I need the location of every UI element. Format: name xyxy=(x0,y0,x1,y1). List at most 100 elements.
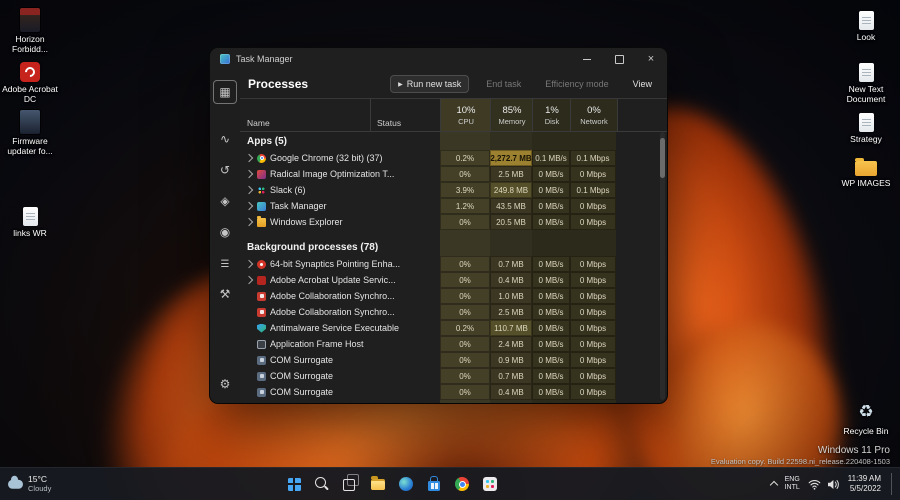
task-view-icon xyxy=(343,474,359,491)
process-row[interactable]: Windows Explorer 0% 20.5 MB 0 MB/s 0 Mbp… xyxy=(240,214,667,230)
process-row[interactable]: Adobe Acrobat Update Servic... 0% 0.4 MB… xyxy=(240,272,667,288)
users-icon xyxy=(220,225,230,239)
desktop-icon[interactable]: WP IMAGES xyxy=(838,150,894,188)
taskbar: 15°C Cloudy ENG INTL 11:39 AM 5/5/2022 xyxy=(0,467,900,500)
desktop-icon[interactable]: Look xyxy=(838,4,894,42)
end-task-button[interactable]: End task xyxy=(479,76,528,92)
maximize-button[interactable] xyxy=(603,48,635,70)
wifi-icon[interactable] xyxy=(808,479,821,490)
sidebar-item-startup-apps[interactable] xyxy=(214,190,236,212)
disk-column-label: Disk xyxy=(544,116,560,126)
clock-time: 11:39 AM xyxy=(847,474,881,484)
sidebar-item-app-history[interactable] xyxy=(214,159,236,181)
table-header: Name Status 10% CPU 85% Memory 1% Disk 0… xyxy=(240,99,667,132)
column-header-name[interactable]: Name xyxy=(247,118,270,128)
desktop-icon[interactable]: Horizon Forbidd... xyxy=(2,6,58,54)
minimize-button[interactable] xyxy=(571,48,603,70)
process-row[interactable]: Radical Image Optimization T... 0% 2.5 M… xyxy=(240,166,667,182)
taskbar-weather-widget[interactable]: 15°C Cloudy xyxy=(8,474,52,493)
column-header-network[interactable]: 0% Network xyxy=(570,99,618,131)
network-cell: 0 Mbps xyxy=(570,384,616,400)
process-name-cell: Adobe Collaboration Synchro... xyxy=(240,288,440,304)
column-header-status[interactable]: Status xyxy=(370,99,441,131)
process-row[interactable]: Slack (6) 3.9% 249.8 MB 0 MB/s 0.1 Mbps xyxy=(240,182,667,198)
taskbar-task-view-button[interactable] xyxy=(339,473,361,495)
app-history-icon xyxy=(220,163,230,177)
process-name: Google Chrome (32 bit) (37) xyxy=(270,153,383,163)
disk-cell: 0 MB/s xyxy=(532,288,570,304)
column-header-memory[interactable]: 85% Memory xyxy=(490,99,533,131)
weather-condition: Cloudy xyxy=(28,483,52,493)
sidebar-item-performance[interactable] xyxy=(214,128,236,150)
desktop-icon[interactable]: New Text Document xyxy=(838,56,894,104)
sidebar-item-details[interactable] xyxy=(214,252,236,274)
process-row[interactable]: 64-bit Synaptics Pointing Enha... 0% 0.7… xyxy=(240,256,667,272)
taskbar-search-button[interactable] xyxy=(311,473,333,495)
clock-date: 5/5/2022 xyxy=(849,484,881,493)
taskbar-file-explorer-button[interactable] xyxy=(367,473,389,495)
doc-icon xyxy=(858,113,874,132)
efficiency-mode-button[interactable]: Efficiency mode xyxy=(538,76,615,92)
volume-icon[interactable] xyxy=(827,479,840,490)
sidebar-item-users[interactable] xyxy=(214,221,236,243)
synaptics-icon xyxy=(257,259,266,269)
network-cell: 0 Mbps xyxy=(570,256,616,272)
taskbar-slack-button[interactable] xyxy=(479,473,501,495)
run-new-task-button[interactable]: Run new task xyxy=(390,75,470,93)
sidebar-item-settings[interactable] xyxy=(214,373,236,395)
show-desktop-button[interactable] xyxy=(891,473,895,495)
com-icon xyxy=(257,355,266,365)
desktop-icon[interactable]: links WR xyxy=(2,200,58,238)
close-button[interactable]: × xyxy=(635,48,667,70)
titlebar[interactable]: Task Manager × xyxy=(210,48,667,70)
process-row[interactable]: COM Surrogate 0% 0.7 MB 0 MB/s 0 Mbps xyxy=(240,368,667,384)
process-row[interactable]: COM Surrogate 0% 0.4 MB 0 MB/s 0 Mbps xyxy=(240,384,667,400)
taskbar-store-button[interactable] xyxy=(423,473,445,495)
process-group-header[interactable]: Apps (5) xyxy=(240,132,667,150)
network-cell: 0 Mbps xyxy=(570,166,616,182)
process-row[interactable]: Application Frame Host 0% 2.4 MB 0 MB/s … xyxy=(240,336,667,352)
taskbar-start-button[interactable] xyxy=(283,473,305,495)
view-button[interactable]: View xyxy=(626,76,659,92)
appframe-icon xyxy=(257,339,266,349)
cpu-cell: 0% xyxy=(440,272,490,288)
network-cell: 0 Mbps xyxy=(570,198,616,214)
file-explorer-icon xyxy=(371,476,385,490)
sidebar-item-services[interactable] xyxy=(214,283,236,305)
evaluation-build-label: Evaluation copy. Build 22598.ni_release.… xyxy=(710,457,890,466)
process-row[interactable]: Google Chrome (32 bit) (37) 0.2% 2,272.7… xyxy=(240,150,667,166)
taskbar-edge-button[interactable] xyxy=(395,473,417,495)
disk-cell: 0.1 MB/s xyxy=(532,150,570,166)
process-group-header[interactable]: Background processes (78) xyxy=(240,238,667,256)
desktop-icon[interactable]: Recycle Bin xyxy=(838,398,894,436)
taskbar-clock[interactable]: 11:39 AM 5/5/2022 xyxy=(848,474,881,493)
process-name-cell: COM Surrogate xyxy=(240,352,440,368)
process-list: Apps (5) Google Chrome (32 bit) (37) 0.2… xyxy=(240,132,667,403)
services-icon xyxy=(220,287,231,301)
memory-cell: 2.5 MB xyxy=(490,166,532,182)
taskbar-chrome-button[interactable] xyxy=(451,473,473,495)
desktop-icon[interactable]: Adobe Acrobat DC xyxy=(2,56,58,104)
language-code: ENG xyxy=(784,476,800,484)
desktop-icon[interactable]: Strategy xyxy=(838,106,894,144)
network-cell: 0 Mbps xyxy=(570,320,616,336)
performance-icon xyxy=(220,132,230,146)
desktop-icon-label: links WR xyxy=(13,228,47,238)
chevron-up-icon[interactable] xyxy=(769,480,778,490)
process-row[interactable]: Antimalware Service Executable 0.2% 110.… xyxy=(240,320,667,336)
run-new-task-label: Run new task xyxy=(406,79,462,89)
process-row[interactable]: Adobe Collaboration Synchro... 0% 1.0 MB… xyxy=(240,288,667,304)
language-indicator[interactable]: ENG INTL xyxy=(785,476,800,491)
process-row[interactable]: Adobe Collaboration Synchro... 0% 2.5 MB… xyxy=(240,304,667,320)
disk-cell: 0 MB/s xyxy=(532,304,570,320)
process-name: Application Frame Host xyxy=(270,339,364,349)
column-header-disk[interactable]: 1% Disk xyxy=(532,99,571,131)
desktop-icon[interactable]: Firmware updater fo... xyxy=(2,108,58,156)
column-header-cpu[interactable]: 10% CPU xyxy=(440,99,491,131)
process-row[interactable]: COM Surrogate 0% 0.9 MB 0 MB/s 0 Mbps xyxy=(240,352,667,368)
process-row[interactable]: Task Manager 1.2% 43.5 MB 0 MB/s 0 Mbps xyxy=(240,198,667,214)
sidebar-item-processes[interactable] xyxy=(213,80,237,104)
desktop-icon-label: WP IMAGES xyxy=(841,178,891,188)
memory-cell: 2,272.7 MB xyxy=(490,150,532,166)
com-icon xyxy=(257,371,266,381)
